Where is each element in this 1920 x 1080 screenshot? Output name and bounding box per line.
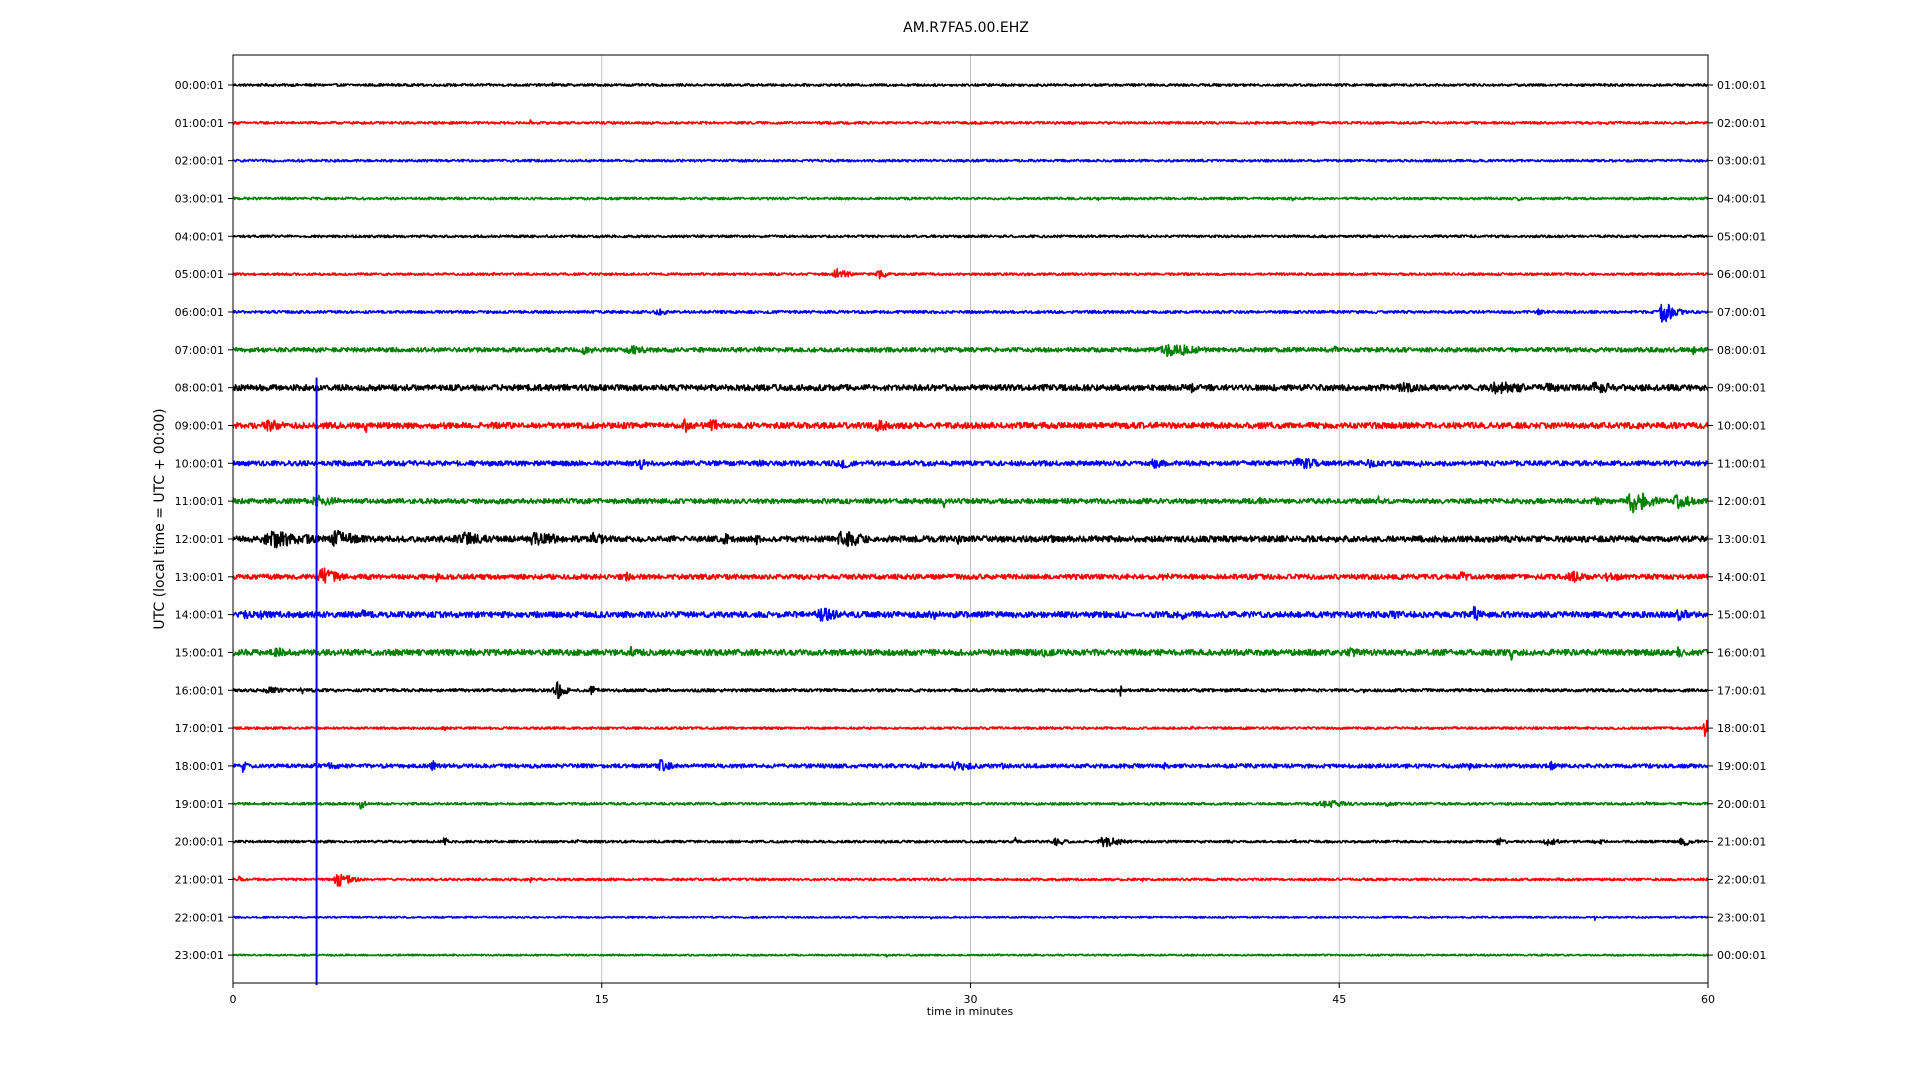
left-time-label: 02:00:01 — [175, 155, 224, 168]
chart-canvas: AM.R7FA5.00.EHZ 00:00:01 01:00:01 02:00:01… — [0, 0, 1920, 1080]
right-time-label: 19:00:01 — [1717, 760, 1766, 773]
left-time-label: 00:00:01 — [175, 79, 224, 92]
left-time-label: 13:00:01 — [175, 571, 224, 584]
right-time-label: 00:00:01 — [1717, 949, 1766, 962]
right-time-label: 06:00:01 — [1717, 268, 1766, 281]
right-time-label: 09:00:01 — [1717, 382, 1766, 395]
right-time-label: 12:00:01 — [1717, 495, 1766, 508]
left-time-label: 04:00:01 — [175, 230, 224, 243]
helicorder-chart: AM.R7FA5.00.EHZ 00:00:01 01:00:01 02:00:01… — [0, 0, 1920, 1080]
left-time-label: 08:00:01 — [175, 382, 224, 395]
right-time-label: 03:00:01 — [1717, 155, 1766, 168]
right-time-label: 11:00:01 — [1717, 457, 1766, 470]
right-time-label: 23:00:01 — [1717, 911, 1766, 924]
left-time-label: 20:00:01 — [175, 836, 224, 849]
left-time-label: 16:00:01 — [175, 684, 224, 697]
right-time-label: 22:00:01 — [1717, 873, 1766, 886]
right-time-label: 16:00:01 — [1717, 646, 1766, 659]
right-time-label: 15:00:01 — [1717, 609, 1766, 622]
left-time-label: 05:00:01 — [175, 268, 224, 281]
right-time-label: 17:00:01 — [1717, 684, 1766, 697]
left-time-label: 21:00:01 — [175, 873, 224, 886]
left-time-label: 17:00:01 — [175, 722, 224, 735]
chart-title: AM.R7FA5.00.EHZ — [903, 20, 1029, 36]
right-time-label: 01:00:01 — [1717, 79, 1766, 92]
left-time-label: 07:00:01 — [175, 344, 224, 357]
left-time-label: 19:00:01 — [175, 798, 224, 811]
right-time-label: 18:00:01 — [1717, 722, 1766, 735]
right-time-label: 05:00:01 — [1717, 230, 1766, 243]
right-time-label: 21:00:01 — [1717, 836, 1766, 849]
left-time-label: 11:00:01 — [175, 495, 224, 508]
left-time-label: 14:00:01 — [175, 609, 224, 622]
left-time-label: 23:00:01 — [175, 949, 224, 962]
x-tick-label: 60 — [1701, 993, 1715, 1006]
left-time-label: 18:00:01 — [175, 760, 224, 773]
left-time-label: 01:00:01 — [175, 117, 224, 130]
x-axis-label: time in minutes — [927, 1005, 1014, 1018]
left-time-label: 03:00:01 — [175, 192, 224, 205]
right-time-label: 20:00:01 — [1717, 798, 1766, 811]
left-time-label: 15:00:01 — [175, 646, 224, 659]
x-tick-label: 45 — [1332, 993, 1346, 1006]
left-time-label: 22:00:01 — [175, 911, 224, 924]
x-tick-label: 15 — [595, 993, 609, 1006]
right-time-label: 14:00:01 — [1717, 571, 1766, 584]
right-time-label: 13:00:01 — [1717, 533, 1766, 546]
left-time-label: 06:00:01 — [175, 306, 224, 319]
right-time-label: 10:00:01 — [1717, 419, 1766, 432]
x-tick-label: 0 — [230, 993, 237, 1006]
left-time-label: 09:00:01 — [175, 419, 224, 432]
left-time-label: 12:00:01 — [175, 533, 224, 546]
right-time-label: 04:00:01 — [1717, 192, 1766, 205]
y-axis-label: UTC (local time = UTC + 00:00) — [152, 408, 168, 629]
right-time-label: 07:00:01 — [1717, 306, 1766, 319]
right-time-label: 02:00:01 — [1717, 117, 1766, 130]
right-time-label: 08:00:01 — [1717, 344, 1766, 357]
left-time-label: 10:00:01 — [175, 457, 224, 470]
